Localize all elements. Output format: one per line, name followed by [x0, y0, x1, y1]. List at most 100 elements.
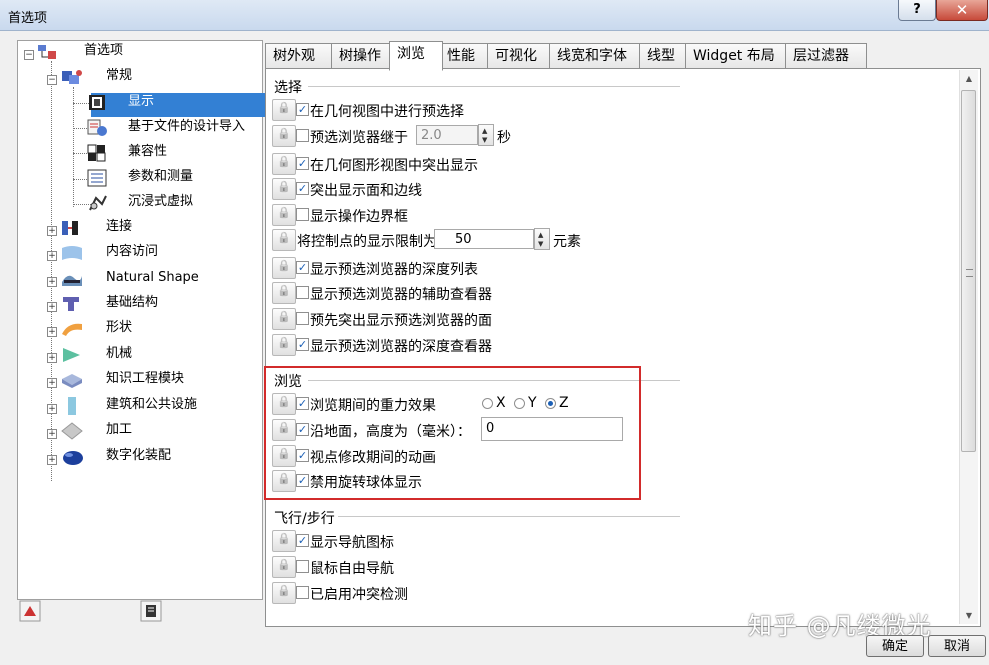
- preselect-delay-input[interactable]: 2.0: [416, 125, 478, 145]
- lock-icon[interactable]: [272, 308, 296, 330]
- option-label: 显示预选浏览器的深度列表: [310, 262, 478, 278]
- checkbox[interactable]: [296, 560, 309, 573]
- close-button[interactable]: ✕: [936, 0, 988, 21]
- checkbox[interactable]: [296, 129, 309, 142]
- content-scrollbar[interactable]: ▲ ▼: [959, 70, 978, 624]
- lock-icon[interactable]: [272, 470, 296, 492]
- lock-icon[interactable]: [272, 419, 296, 441]
- lock-icon[interactable]: [272, 153, 296, 175]
- expand-aec-plant-toggle[interactable]: +: [47, 404, 57, 414]
- option-label: 浏览期间的重力效果: [310, 398, 436, 414]
- control-point-limit-input[interactable]: 50: [434, 229, 534, 249]
- checkbox[interactable]: [296, 286, 309, 299]
- checkbox[interactable]: ✓: [296, 182, 309, 195]
- compatibility-icon: [87, 144, 106, 162]
- radio-axis-y[interactable]: [514, 398, 525, 409]
- tab-visualization[interactable]: 可视化: [487, 43, 555, 69]
- tree-label: 参数和测量: [128, 169, 194, 184]
- tab-line-width-font[interactable]: 线宽和字体: [549, 43, 645, 69]
- immersive-icon: [89, 195, 107, 211]
- option-label: 显示预选浏览器的深度查看器: [310, 339, 492, 355]
- lock-icon[interactable]: [272, 282, 296, 304]
- option-label: 预先突出显示预选浏览器的面: [310, 313, 492, 329]
- checkbox[interactable]: ✓: [296, 397, 309, 410]
- checkbox[interactable]: ✓: [296, 449, 309, 462]
- expand-knowledgeware-toggle[interactable]: +: [47, 378, 57, 388]
- checkbox[interactable]: ✓: [296, 103, 309, 116]
- lock-icon[interactable]: [272, 178, 296, 200]
- tab-widget-layout[interactable]: Widget 布局: [685, 43, 791, 69]
- radio-axis-x[interactable]: [482, 398, 493, 409]
- ok-button[interactable]: 确定: [866, 635, 924, 657]
- tree-label: 加工: [106, 422, 133, 437]
- scroll-down-icon[interactable]: ▼: [960, 607, 978, 624]
- preferences-root-icon: [38, 45, 56, 59]
- collapse-general-toggle[interactable]: −: [47, 75, 57, 85]
- lock-icon[interactable]: [272, 530, 296, 552]
- tab-tree-appearance[interactable]: 树外观: [265, 43, 333, 69]
- lock-icon[interactable]: [272, 334, 296, 356]
- tab-performance[interactable]: 性能: [439, 43, 493, 69]
- mechanical-icon: [63, 348, 80, 362]
- tab-navigation[interactable]: 浏览: [389, 41, 443, 71]
- expand-connect-toggle[interactable]: +: [47, 226, 57, 236]
- option-label: 显示导航图标: [310, 535, 394, 551]
- home-tree-icon[interactable]: [19, 600, 41, 622]
- lock-icon[interactable]: [272, 99, 296, 121]
- help-button[interactable]: ?: [898, 0, 936, 21]
- expand-digital-mockup-toggle[interactable]: +: [47, 455, 57, 465]
- lock-icon[interactable]: [272, 229, 296, 251]
- checkbox[interactable]: ✓: [296, 157, 309, 170]
- option-label: 已启用冲突检测: [310, 587, 408, 603]
- radio-axis-z[interactable]: [545, 398, 556, 409]
- control-point-limit-stepper[interactable]: ▲ ▼: [534, 228, 550, 250]
- checkbox[interactable]: [296, 312, 309, 325]
- option-label: 突出显示面和边线: [310, 183, 422, 199]
- checkbox[interactable]: [296, 208, 309, 221]
- aec-plant-icon: [68, 397, 76, 415]
- expand-content-access-toggle[interactable]: +: [47, 251, 57, 261]
- option-label: 鼠标自由导航: [310, 561, 394, 577]
- option-label: 禁用旋转球体显示: [310, 475, 422, 491]
- collapse-root-toggle[interactable]: −: [24, 50, 34, 60]
- checkbox[interactable]: ✓: [296, 338, 309, 351]
- checkbox[interactable]: ✓: [296, 534, 309, 547]
- preselect-delay-stepper[interactable]: ▲ ▼: [478, 124, 494, 146]
- cancel-button[interactable]: 取消: [928, 635, 986, 657]
- radio-label: Y: [528, 395, 537, 411]
- tree-label: 沉浸式虚拟: [128, 194, 194, 209]
- connect-icon: [62, 221, 78, 235]
- checkbox[interactable]: [296, 586, 309, 599]
- unit-label: 元素: [553, 234, 581, 250]
- tree-label: 常规: [106, 68, 133, 83]
- lock-icon[interactable]: [272, 204, 296, 226]
- tree-label: 数字化装配: [106, 448, 172, 463]
- lock-icon[interactable]: [272, 125, 296, 147]
- lock-icon[interactable]: [272, 582, 296, 604]
- section-title-fly-walk: 飞行/步行: [274, 511, 335, 527]
- ground-height-input[interactable]: 0: [481, 417, 623, 441]
- expand-natural-shape-toggle[interactable]: +: [47, 277, 57, 287]
- checkbox[interactable]: ✓: [296, 474, 309, 487]
- option-label: 在几何图形视图中突出显示: [310, 158, 478, 174]
- option-label: 沿地面，高度为（毫米）：: [310, 424, 471, 440]
- tree-label: 基于文件的设计导入: [128, 119, 246, 134]
- expand-mechanical-toggle[interactable]: +: [47, 353, 57, 363]
- parameters-icon: [87, 169, 107, 187]
- checkbox[interactable]: ✓: [296, 261, 309, 274]
- expand-shape-toggle[interactable]: +: [47, 327, 57, 337]
- option-label: 在几何视图中进行预选择: [310, 104, 464, 120]
- shape-icon: [62, 323, 82, 336]
- checkbox[interactable]: ✓: [296, 423, 309, 436]
- tree-settings-icon[interactable]: [140, 600, 162, 622]
- preferences-tree: − 首选项 − 常规 显示 基于文件的设计导入 兼容性 参数和测量 沉浸式虚拟 …: [17, 40, 280, 600]
- lock-icon[interactable]: [272, 556, 296, 578]
- scroll-thumb[interactable]: [961, 90, 976, 452]
- expand-machining-toggle[interactable]: +: [47, 429, 57, 439]
- lock-icon[interactable]: [272, 257, 296, 279]
- scroll-up-icon[interactable]: ▲: [960, 70, 978, 87]
- tab-layer-filter[interactable]: 层过滤器: [785, 43, 867, 69]
- lock-icon[interactable]: [272, 445, 296, 467]
- lock-icon[interactable]: [272, 393, 296, 415]
- expand-infrastructure-toggle[interactable]: +: [47, 302, 57, 312]
